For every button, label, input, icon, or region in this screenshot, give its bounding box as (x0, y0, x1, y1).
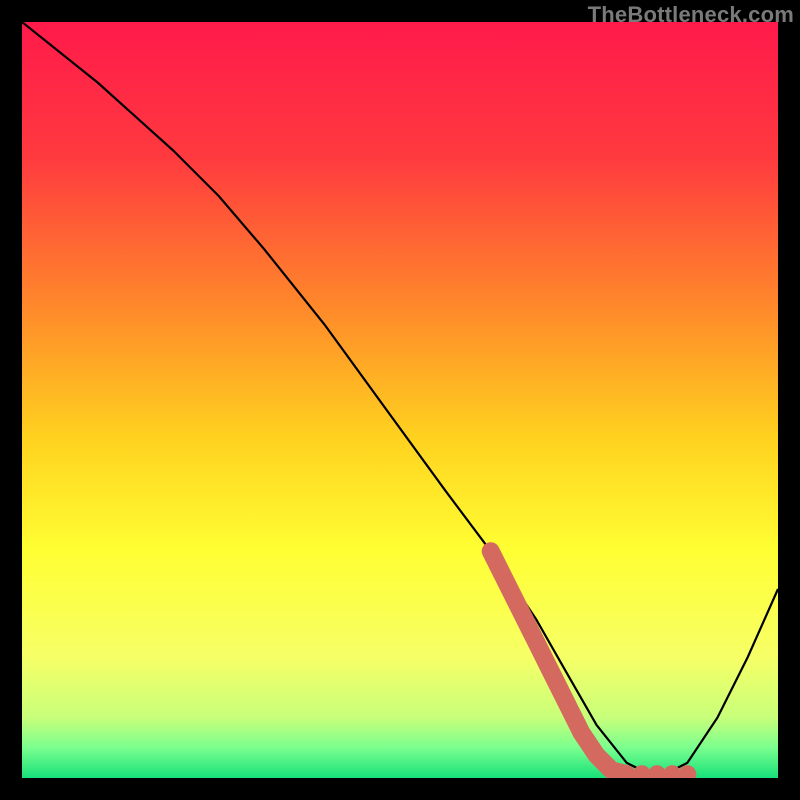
plot-area (22, 22, 778, 778)
gradient-background (22, 22, 778, 778)
chart-frame: TheBottleneck.com (0, 0, 800, 800)
chart-canvas (22, 22, 778, 778)
